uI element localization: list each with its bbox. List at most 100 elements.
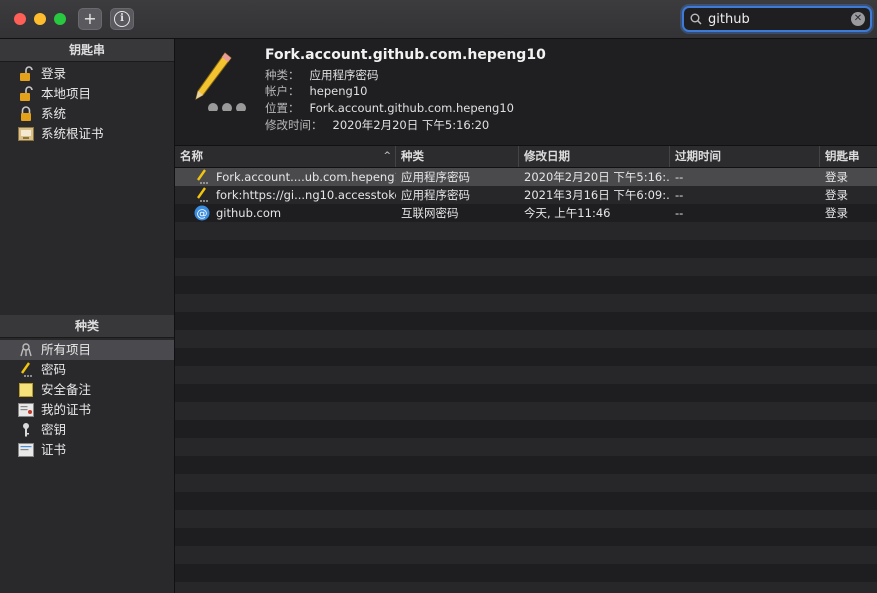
sidebar-item-label: 证书 <box>41 442 67 457</box>
column-header-label: 钥匙串 <box>825 149 860 163</box>
cell-kind: 应用程序密码 <box>401 188 470 202</box>
keychains-header: 钥匙串 <box>0 39 174 62</box>
cell-keychain: 登录 <box>825 170 848 184</box>
certificate-icon <box>18 442 34 458</box>
password-pencil-icon <box>194 187 210 203</box>
item-kind-row: 种类： 应用程序密码 <box>265 67 379 83</box>
item-modified-value: 2020年2月20日 下午5:16:20 <box>332 118 490 132</box>
sidebar-item-certificates[interactable]: 证书 <box>0 440 174 460</box>
items-table: 名称 ^ 种类 修改日期 过期时间 钥匙串 Fork.account....ub… <box>175 145 877 593</box>
cell-expires: -- <box>675 188 684 202</box>
categories-header: 种类 <box>0 315 174 338</box>
column-header-name[interactable]: 名称 ^ <box>175 146 396 167</box>
column-header-date-modified[interactable]: 修改日期 <box>519 146 670 167</box>
get-info-button[interactable]: i <box>110 8 134 30</box>
item-modified-row: 修改时间： 2020年2月20日 下午5:16:20 <box>265 117 489 133</box>
close-window-button[interactable] <box>14 13 26 25</box>
cell-name-text: github.com <box>216 206 282 220</box>
plus-icon: + <box>83 9 97 28</box>
cell-modified: 2021年3月16日 下午6:09:... <box>524 188 670 202</box>
key-icon <box>18 422 34 438</box>
item-account-value: hepeng10 <box>309 84 368 98</box>
cell-name: @ github.com <box>175 204 396 222</box>
item-account-row: 帐户： hepeng10 <box>265 83 367 99</box>
table-body: Fork.account....ub.com.hepeng10 应用程序密码 2… <box>175 168 877 222</box>
keychain-window: + i ✕ 钥匙串 登录 <box>0 0 877 593</box>
empty-table-area <box>175 222 877 593</box>
sidebar-item-label: 安全备注 <box>41 382 92 397</box>
sidebar-item-login[interactable]: 登录 <box>0 64 174 84</box>
table-header: 名称 ^ 种类 修改日期 过期时间 钥匙串 <box>175 145 877 168</box>
column-header-expires[interactable]: 过期时间 <box>670 146 820 167</box>
unlocked-lock-icon <box>18 66 34 82</box>
item-title: Fork.account.github.com.hepeng10 <box>265 47 546 63</box>
column-header-label: 种类 <box>401 149 424 163</box>
item-kind-label: 种类： <box>265 68 300 82</box>
sidebar-item-label: 密钥 <box>41 422 67 437</box>
cell-name-text: Fork.account....ub.com.hepeng10 <box>216 170 396 184</box>
sidebar-item-keys[interactable]: 密钥 <box>0 420 174 440</box>
sidebar-item-system-roots[interactable]: 系统根证书 <box>0 124 174 144</box>
cell-keychain: 登录 <box>825 206 848 220</box>
cell-expires: -- <box>675 170 684 184</box>
sidebar-item-secure-notes[interactable]: 安全备注 <box>0 380 174 400</box>
sidebar-item-local-items[interactable]: 本地项目 <box>0 84 174 104</box>
sidebar-item-label: 登录 <box>41 66 67 81</box>
sidebar-item-label: 密码 <box>41 362 67 377</box>
search-field[interactable]: ✕ <box>682 6 872 32</box>
search-icon <box>690 13 702 25</box>
cell-modified: 今天, 上午11:46 <box>524 206 611 220</box>
column-header-label: 过期时间 <box>675 149 721 163</box>
table-row[interactable]: fork:https://gi...ng10.accesstoken 应用程序密… <box>175 186 877 204</box>
svg-text:@: @ <box>197 207 208 220</box>
sidebar: 钥匙串 登录 本地项目 系统 系统根证书 种类 所有项目 密码 安全备注 我的证… <box>0 39 175 593</box>
titlebar: + i ✕ <box>0 0 877 39</box>
item-kind-value: 应用程序密码 <box>309 68 379 82</box>
column-header-kind[interactable]: 种类 <box>396 146 519 167</box>
cell-keychain: 登录 <box>825 188 848 202</box>
cell-kind: 互联网密码 <box>401 206 459 220</box>
sidebar-item-label: 系统根证书 <box>41 126 104 141</box>
column-header-label: 名称 <box>180 149 203 163</box>
search-input[interactable] <box>708 10 848 28</box>
sidebar-item-label: 本地项目 <box>41 86 92 101</box>
item-modified-label: 修改时间： <box>265 118 323 132</box>
locked-lock-icon <box>18 106 34 122</box>
all-items-icon <box>18 342 34 358</box>
secure-note-icon <box>18 382 34 398</box>
sidebar-item-label: 我的证书 <box>41 402 92 417</box>
item-where-value: Fork.account.github.com.hepeng10 <box>309 101 514 115</box>
item-account-label: 帐户： <box>265 84 300 98</box>
cell-name-text: fork:https://gi...ng10.accesstoken <box>216 188 396 202</box>
sidebar-item-label: 系统 <box>41 106 67 121</box>
my-certificate-icon <box>18 402 34 418</box>
password-pencil-icon <box>194 169 210 185</box>
cell-name: fork:https://gi...ng10.accesstoken <box>175 186 396 204</box>
categories-list: 所有项目 密码 安全备注 我的证书 密钥 证书 <box>0 338 174 462</box>
table-row[interactable]: Fork.account....ub.com.hepeng10 应用程序密码 2… <box>175 168 877 186</box>
certificate-cabinet-icon <box>18 126 34 142</box>
sidebar-item-all-items[interactable]: 所有项目 <box>0 340 174 360</box>
add-item-button[interactable]: + <box>78 8 102 30</box>
item-detail-panel: Fork.account.github.com.hepeng10 种类： 应用程序… <box>175 39 877 143</box>
item-where-label: 位置： <box>265 101 300 115</box>
sidebar-item-label: 所有项目 <box>41 342 92 357</box>
table-row[interactable]: @ github.com 互联网密码 今天, 上午11:46 -- 登录 <box>175 204 877 222</box>
sidebar-item-passwords[interactable]: 密码 <box>0 360 174 380</box>
zoom-window-button[interactable] <box>54 13 66 25</box>
unlocked-lock-icon <box>18 86 34 102</box>
keychains-list: 登录 本地项目 系统 系统根证书 <box>0 62 174 146</box>
info-icon: i <box>114 11 130 27</box>
cell-expires: -- <box>675 206 684 220</box>
cell-modified: 2020年2月20日 下午5:16:... <box>524 170 670 184</box>
minimize-window-button[interactable] <box>34 13 46 25</box>
column-header-keychain[interactable]: 钥匙串 <box>820 146 877 167</box>
sidebar-item-system[interactable]: 系统 <box>0 104 174 124</box>
clear-search-icon[interactable]: ✕ <box>851 12 865 26</box>
password-pencil-icon <box>18 362 34 378</box>
sidebar-item-my-certificates[interactable]: 我的证书 <box>0 400 174 420</box>
password-pencil-icon <box>195 52 246 111</box>
column-header-label: 修改日期 <box>524 149 570 163</box>
cell-name: Fork.account....ub.com.hepeng10 <box>175 168 396 186</box>
item-where-row: 位置： Fork.account.github.com.hepeng10 <box>265 100 514 116</box>
